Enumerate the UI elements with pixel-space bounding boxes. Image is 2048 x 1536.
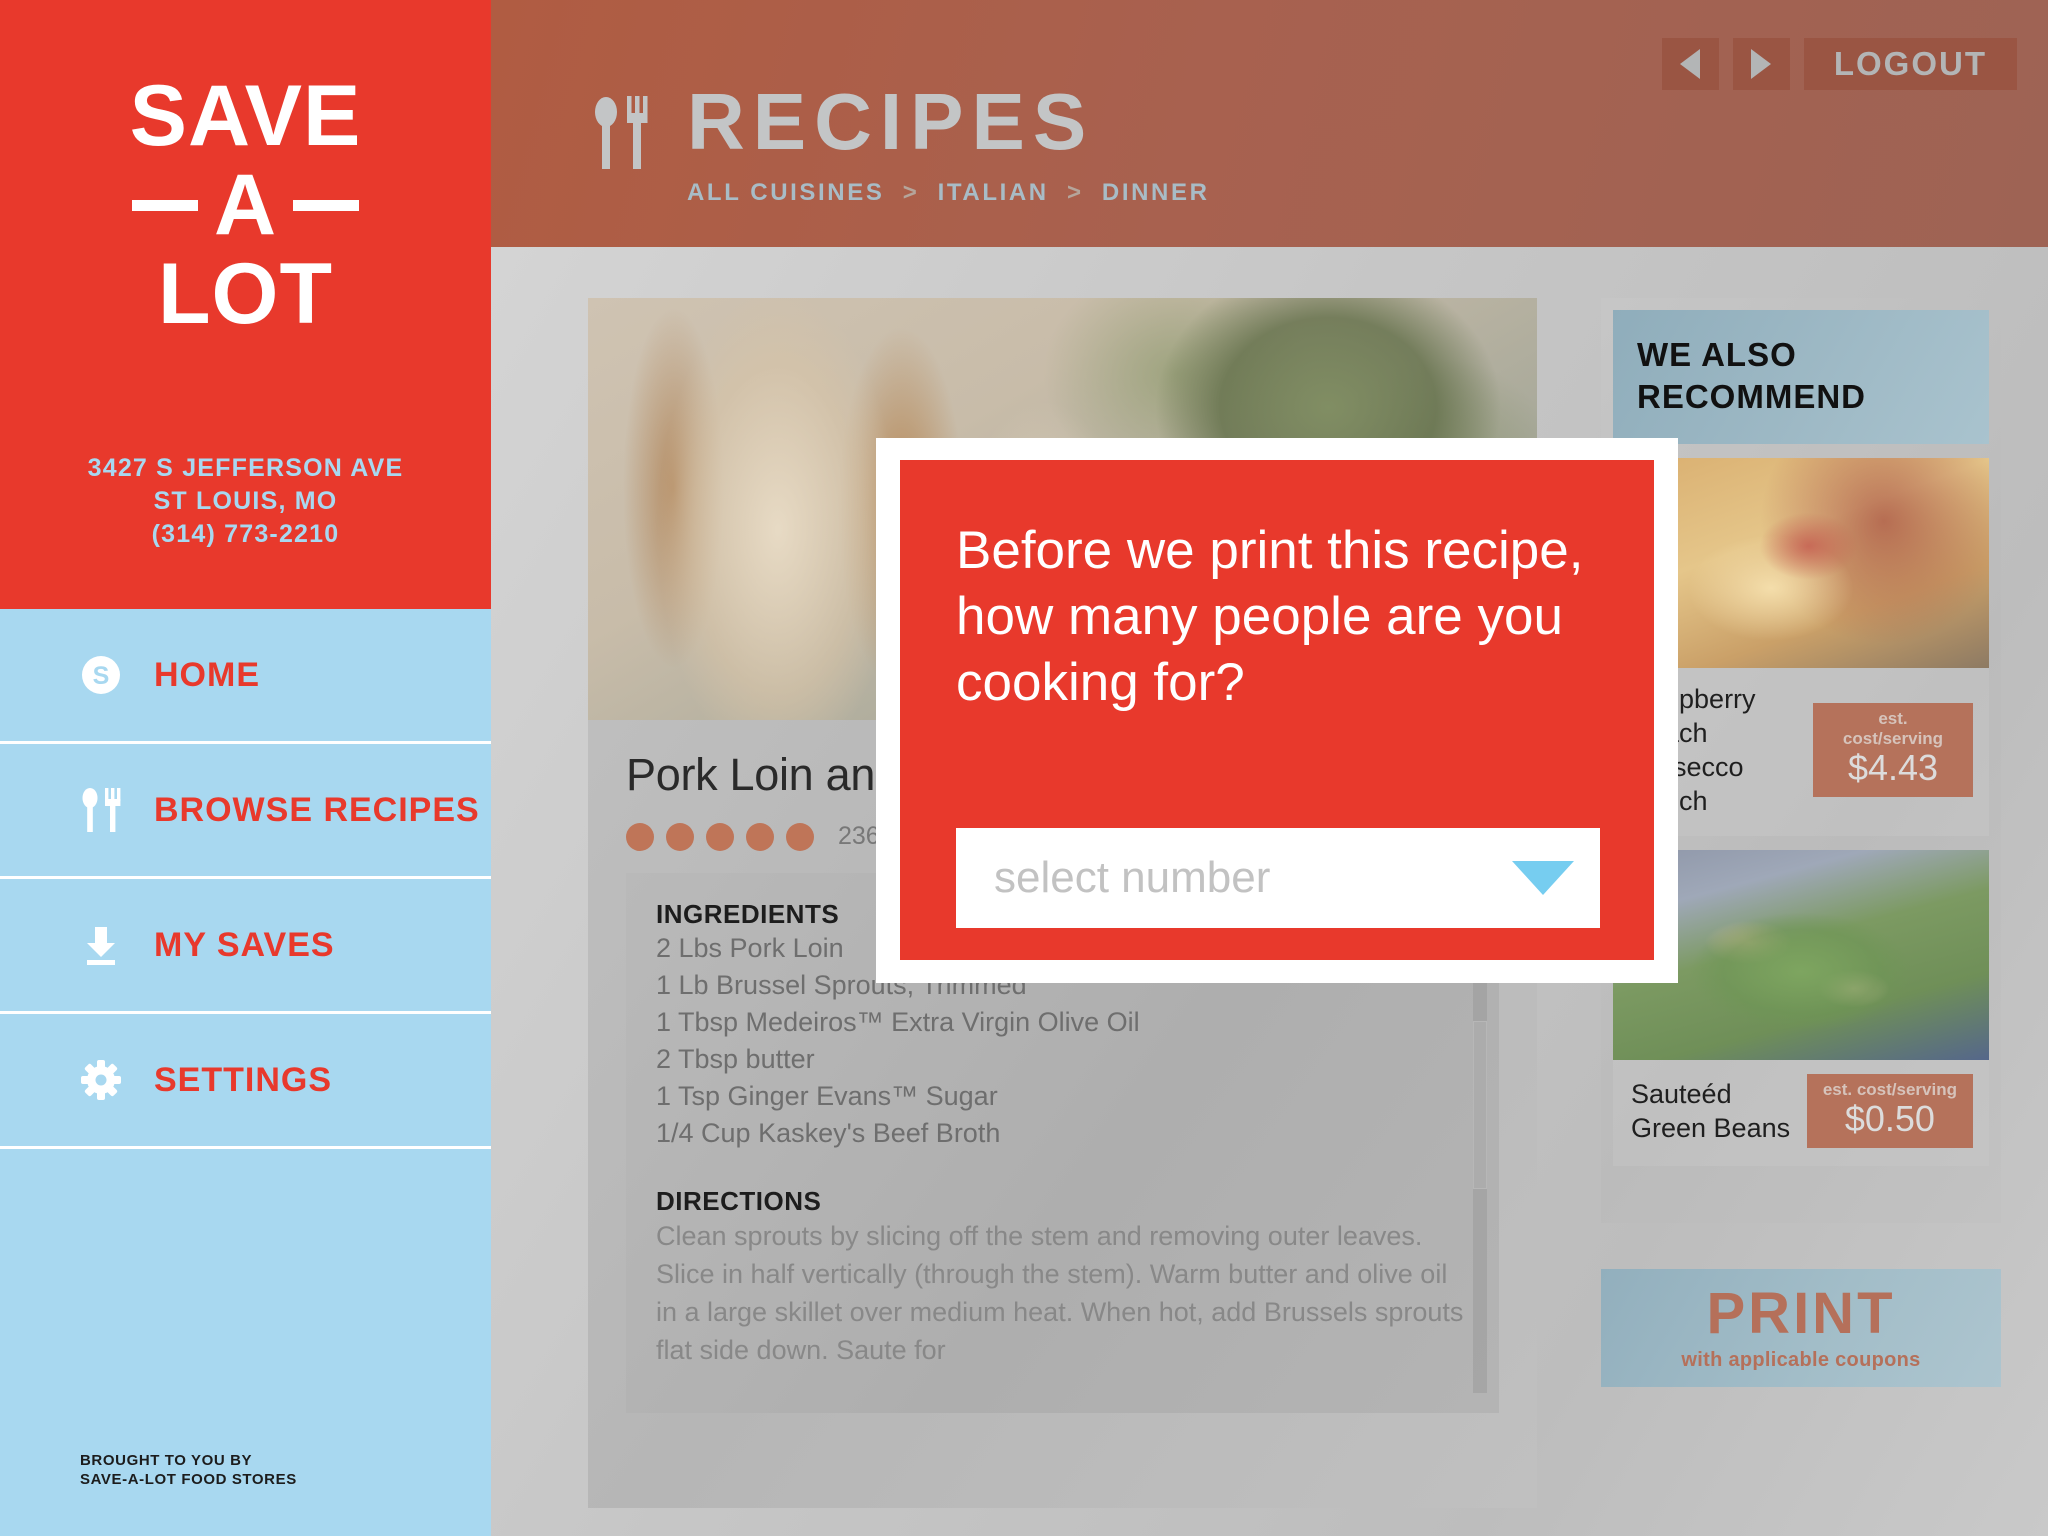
logo-line-a: A — [0, 161, 491, 250]
recipe-scrollbar-thumb[interactable] — [1473, 1021, 1487, 1189]
recommendation-name-line-2: Green Beans — [1631, 1113, 1791, 1143]
footer-credit-line-1: BROUGHT TO YOU BY — [80, 1452, 253, 1469]
rating-dot — [746, 822, 774, 851]
recommendations-heading-line-2: RECOMMEND — [1637, 378, 1866, 415]
breadcrumb-separator: > — [902, 179, 920, 206]
rating-dot — [626, 822, 654, 851]
ingredient-item: 2 Tbsp butter — [656, 1044, 815, 1074]
footer-credit-line-2: SAVE-A-LOT FOOD STORES — [80, 1471, 297, 1488]
cost-badge-value: $4.43 — [1847, 747, 1939, 788]
serving-size-modal-body: Before we print this recipe, how many pe… — [900, 460, 1654, 960]
recommendations-header: WE ALSO RECOMMEND — [1613, 310, 1989, 444]
breadcrumb: ALL CUISINES > ITALIAN > DINNER — [687, 179, 1210, 207]
store-address: 3427 S JEFFERSON AVE ST LOUIS, MO (314) … — [0, 452, 491, 551]
sidebar-item-browse-recipes[interactable]: BROWSE RECIPES — [0, 744, 491, 879]
save-a-lot-logo: SAVE A LOT — [0, 72, 491, 339]
logo-line-save: SAVE — [129, 68, 362, 164]
sidebar-item-home[interactable]: S HOME — [0, 609, 491, 744]
sidebar-item-settings[interactable]: SETTINGS — [0, 1014, 491, 1149]
page-header: RECIPES ALL CUISINES > ITALIAN > DINNER … — [491, 0, 2048, 247]
rating-dot — [666, 822, 694, 851]
recommendation-name: Sauteéd Green Beans — [1631, 1077, 1790, 1145]
header-text-block: RECIPES ALL CUISINES > ITALIAN > DINNER — [687, 77, 1210, 207]
cost-badge: est. cost/serving $0.50 — [1806, 1074, 1973, 1148]
svg-text:S: S — [93, 662, 110, 690]
modal-question-text: Before we print this recipe, how many pe… — [956, 521, 1584, 712]
select-number-placeholder: select number — [994, 853, 1271, 902]
select-number-dropdown[interactable]: select number — [956, 828, 1600, 928]
page-title: RECIPES — [687, 77, 1095, 166]
serving-size-modal: Before we print this recipe, how many pe… — [876, 438, 1678, 983]
breadcrumb-item-italian[interactable]: ITALIAN — [938, 179, 1049, 206]
cutlery-icon — [591, 95, 651, 176]
ingredient-item: 1 Tbsp Medeiros™ Extra Virgin Olive Oil — [656, 1007, 1140, 1037]
download-icon — [78, 923, 124, 967]
sidebar-item-my-saves[interactable]: MY SAVES — [0, 879, 491, 1014]
recommendations-heading-line-1: WE ALSO — [1637, 336, 1797, 373]
store-phone: (314) 773-2210 — [151, 520, 340, 548]
breadcrumb-item-all-cuisines[interactable]: ALL CUISINES — [687, 179, 884, 206]
arrow-right-icon — [1751, 49, 1772, 79]
directions-text: Clean sprouts by slicing off the stem an… — [656, 1221, 1464, 1365]
brand-block: SAVE A LOT 3427 S JEFFERSON AVE ST LOUIS… — [0, 0, 491, 609]
ingredient-item: 1/4 Cup Kaskey's Beef Broth — [656, 1118, 1001, 1148]
rating-dot — [786, 822, 814, 851]
app-root: SAVE A LOT 3427 S JEFFERSON AVE ST LOUIS… — [0, 0, 2048, 1536]
header-title-group: RECIPES ALL CUISINES > ITALIAN > DINNER — [591, 77, 1210, 207]
forward-button[interactable] — [1732, 38, 1790, 90]
sidebar-item-settings-label: SETTINGS — [154, 1060, 333, 1099]
left-sidebar: SAVE A LOT 3427 S JEFFERSON AVE ST LOUIS… — [0, 0, 491, 1536]
top-navigation: LOGOUT — [1661, 38, 2017, 90]
logout-button[interactable]: LOGOUT — [1803, 38, 2017, 90]
recommendation-meta: Sauteéd Green Beans est. cost/serving $0… — [1613, 1060, 1989, 1166]
cost-badge-label: est. cost/serving — [1822, 1080, 1957, 1099]
logo-line-lot: LOT — [158, 246, 333, 342]
cutlery-icon — [78, 786, 124, 834]
rating-dot — [706, 822, 734, 851]
breadcrumb-separator: > — [1067, 179, 1084, 206]
cost-badge-label: est. cost/serving — [1842, 709, 1944, 748]
cost-badge: est. cost/serving $4.43 — [1813, 703, 1973, 797]
footer-credit: BROUGHT TO YOU BY SAVE-A-LOT FOOD STORES — [80, 1451, 297, 1489]
directions-heading: DIRECTIONS — [656, 1186, 822, 1216]
logo-dash-left — [131, 200, 198, 211]
sidebar-nav: S HOME BROWSE RECIPES MY SAVES SETTINGS — [0, 609, 491, 1149]
gear-icon — [78, 1058, 124, 1102]
breadcrumb-item-dinner[interactable]: DINNER — [1102, 179, 1210, 206]
address-line-1: 3427 S JEFFERSON AVE — [87, 454, 404, 482]
cost-badge-value: $0.50 — [1844, 1098, 1935, 1139]
print-button[interactable]: PRINT with applicable coupons — [1601, 1269, 2001, 1387]
print-button-label: PRINT — [1706, 1280, 1896, 1346]
logo-dash-right — [293, 200, 360, 211]
sidebar-item-browse-recipes-label: BROWSE RECIPES — [154, 790, 480, 829]
logo-a-letter: A — [213, 157, 278, 253]
ingredient-item: 1 Tsp Ginger Evans™ Sugar — [656, 1081, 998, 1111]
sidebar-item-home-label: HOME — [154, 655, 260, 694]
sidebar-item-my-saves-label: MY SAVES — [154, 925, 335, 964]
chevron-down-icon — [1512, 861, 1574, 895]
address-line-2: ST LOUIS, MO — [153, 487, 338, 515]
back-button[interactable] — [1661, 38, 1719, 90]
recommendation-name-line-1: Sauteéd — [1631, 1079, 1732, 1109]
save-a-lot-s-icon: S — [78, 654, 124, 696]
print-button-sublabel: with applicable coupons — [1681, 1348, 1921, 1371]
arrow-left-icon — [1680, 49, 1701, 79]
